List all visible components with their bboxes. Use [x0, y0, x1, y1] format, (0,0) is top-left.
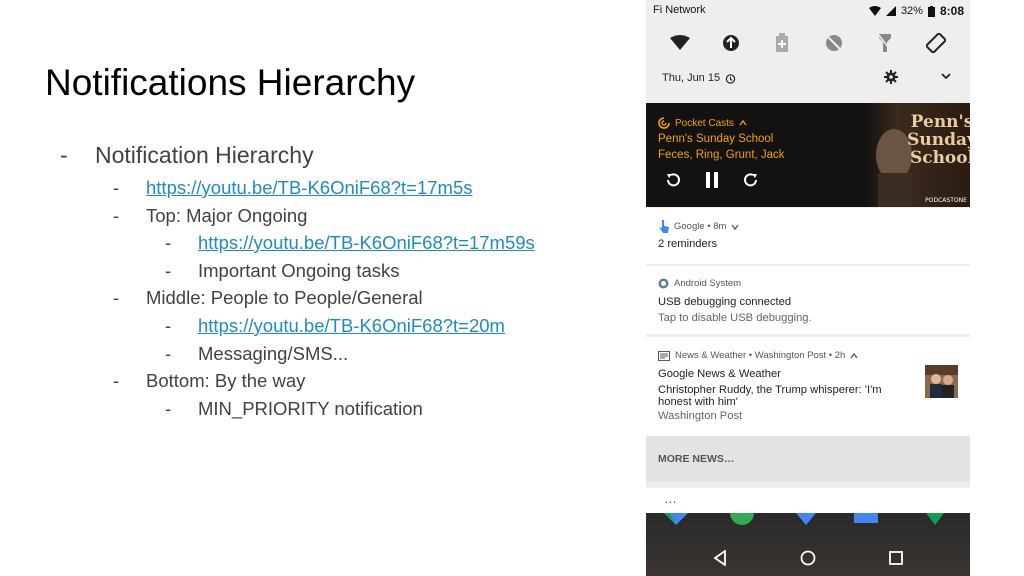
- settings-gear-icon[interactable]: [884, 70, 898, 87]
- media-app-header: Pocket Casts: [658, 117, 747, 129]
- more-news-button[interactable]: MORE NEWS…: [646, 436, 970, 482]
- album-art-text: Penn's: [911, 112, 970, 132]
- bullet-dash: -: [60, 142, 68, 168]
- date-display[interactable]: Thu, Jun 15: [662, 72, 736, 84]
- more-news-label: MORE NEWS…: [658, 453, 735, 465]
- wifi-icon[interactable]: [667, 30, 693, 56]
- date-row: Thu, Jun 15: [646, 68, 970, 90]
- battery-percent: 32%: [900, 5, 923, 17]
- media-title: Penn's Sunday School: [658, 133, 774, 145]
- notification-title: Google News & Weather: [658, 368, 781, 380]
- notification-app: Android System: [674, 278, 742, 289]
- media-notification[interactable]: Pocket Casts Penn's Sunday School Feces,…: [646, 103, 970, 207]
- video-link[interactable]: https://youtu.be/TB-K6OniF68?t=17m5s: [146, 177, 473, 199]
- alarm-icon: [725, 73, 736, 84]
- rewind-icon[interactable]: [662, 169, 684, 191]
- media-controls: [662, 169, 762, 191]
- google-reminder-icon: [659, 220, 669, 233]
- notification-app: News & Weather • Washington Post • 2h: [675, 350, 846, 361]
- navigation-bar: [646, 543, 970, 573]
- bullet-list: - Notification Hierarchy - https://youtu…: [0, 0, 620, 576]
- bullet-text: Bottom: By the way: [146, 370, 306, 391]
- media-app-name: Pocket Casts: [675, 117, 734, 129]
- status-bar: Fi Network 32% 8:08: [646, 0, 970, 22]
- auto-rotate-icon[interactable]: [923, 30, 949, 56]
- pause-icon[interactable]: [701, 169, 723, 191]
- news-thumbnail: [925, 365, 958, 398]
- news-source: Washington Post: [658, 410, 743, 422]
- bullet-dash: -: [165, 232, 172, 253]
- home-icon[interactable]: [797, 547, 819, 569]
- album-art-text: Sunday: [907, 130, 970, 150]
- notification-app: Google • 8m: [674, 221, 727, 232]
- bullet-dash: -: [165, 315, 172, 336]
- clock: 8:08: [939, 4, 964, 18]
- fast-forward-icon[interactable]: [740, 169, 762, 191]
- bullet-text: Messaging/SMS...: [198, 343, 349, 364]
- notification-header: Android System: [658, 278, 741, 289]
- chevron-up-icon: [850, 352, 858, 358]
- android-system-icon: [658, 278, 669, 289]
- bullet-dash: -: [113, 370, 120, 391]
- phone-screenshot: Fi Network 32% 8:08 Thu, Jun 15 Pocket C…: [646, 0, 970, 576]
- pocket-casts-icon: [658, 117, 670, 129]
- bullet-text: Notification Hierarchy: [95, 142, 314, 168]
- bullet-text: Middle: People to People/General: [146, 287, 423, 308]
- chevron-up-icon: [739, 119, 747, 126]
- google-notification[interactable]: Google • 8m 2 reminders: [646, 208, 970, 264]
- news-headline: Christopher Ruddy, the Trump whisperer: …: [658, 384, 882, 396]
- flashlight-icon[interactable]: [872, 30, 898, 56]
- notification-header: Google • 8m: [658, 220, 739, 233]
- overflow-dots: …: [664, 491, 678, 506]
- quick-settings-row: [646, 28, 970, 58]
- data-saver-icon[interactable]: [718, 30, 744, 56]
- back-icon[interactable]: [709, 547, 731, 569]
- home-launcher: [646, 513, 970, 576]
- battery-saver-icon[interactable]: [769, 30, 795, 56]
- overflow-notifications[interactable]: …: [646, 488, 970, 513]
- do-not-disturb-icon[interactable]: [821, 30, 847, 56]
- bullet-text: Top: Major Ongoing: [146, 205, 308, 226]
- notification-body: 2 reminders: [658, 238, 718, 250]
- android-system-notification[interactable]: Android System USB debugging connected T…: [646, 266, 970, 334]
- bullet-dash: -: [113, 287, 120, 308]
- carrier-label: Fi Network: [653, 4, 706, 16]
- status-icons: 32% 8:08: [868, 4, 964, 18]
- chevron-down-icon: [731, 224, 739, 230]
- album-art: Penn's Sunday School PODCASTONE: [866, 103, 970, 207]
- wifi-status-icon: [868, 6, 881, 16]
- news-headline: honest with him': [658, 396, 738, 408]
- bullet-dash: -: [113, 177, 120, 198]
- expand-chevron-icon[interactable]: [940, 70, 952, 85]
- battery-icon: [927, 5, 935, 17]
- bullet-text: Important Ongoing tasks: [198, 260, 400, 281]
- bullet-text: MIN_PRIORITY notification: [198, 398, 423, 419]
- bullet-dash: -: [165, 343, 172, 364]
- notification-header: News & Weather • Washington Post • 2h: [658, 350, 858, 361]
- video-link[interactable]: https://youtu.be/TB-K6OniF68?t=17m59s: [198, 232, 535, 254]
- bullet-dash: -: [165, 398, 172, 419]
- bullet-dash: -: [113, 205, 120, 226]
- notification-body: Tap to disable USB debugging.: [658, 312, 812, 324]
- date-label: Thu, Jun 15: [662, 72, 721, 84]
- news-notification[interactable]: News & Weather • Washington Post • 2h Go…: [646, 337, 970, 436]
- app-icons-strip: [664, 513, 944, 525]
- album-art-text: School: [910, 148, 970, 168]
- video-link[interactable]: https://youtu.be/TB-K6OniF68?t=20m: [198, 315, 505, 337]
- notification-title: USB debugging connected: [658, 296, 792, 308]
- news-icon: [658, 350, 670, 361]
- bullet-dash: -: [165, 260, 172, 281]
- album-art-badge: PODCASTONE: [925, 197, 967, 204]
- recents-icon[interactable]: [885, 547, 907, 569]
- media-artist: Feces, Ring, Grunt, Jack: [658, 149, 785, 161]
- signal-icon: [885, 6, 896, 16]
